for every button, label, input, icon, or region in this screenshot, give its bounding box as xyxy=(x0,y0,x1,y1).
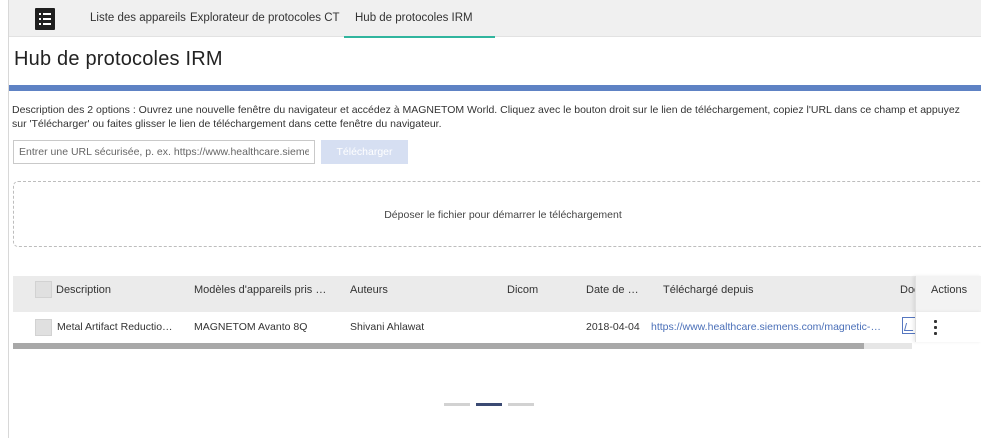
title-accent-bar xyxy=(9,85,981,91)
tab-mri-protocol-hub[interactable]: Hub de protocoles IRM xyxy=(344,0,495,38)
row-actions xyxy=(915,312,981,342)
page-indicator-3[interactable] xyxy=(508,403,534,406)
table-header: Description Modèles d'appareils pris en … xyxy=(13,276,981,312)
row-source-link[interactable]: https://www.healthcare.siemens.com/magne… xyxy=(651,312,884,342)
row-models: MAGNETOM Avanto 8Q xyxy=(194,321,308,333)
column-header-dicom[interactable]: Dicom xyxy=(507,276,567,312)
horizontal-scrollbar[interactable] xyxy=(13,343,912,349)
row-date: 2018-04-04 xyxy=(586,321,640,333)
column-header-authors[interactable]: Auteurs xyxy=(350,276,480,312)
column-header-description[interactable]: Description xyxy=(56,276,176,312)
column-header-models[interactable]: Modèles d'appareils pris en charge xyxy=(194,276,329,312)
page-indicator-1[interactable] xyxy=(444,403,470,406)
table-row[interactable]: Metal Artifact Reduction Protocols MAGNE… xyxy=(13,312,981,344)
page-indicator-2[interactable] xyxy=(476,403,502,406)
tab-device-list[interactable]: Liste des appareils xyxy=(90,0,186,37)
secure-url-input[interactable] xyxy=(13,140,315,164)
app-frame: Liste des appareils Explorateur de proto… xyxy=(8,0,981,438)
kebab-menu-icon[interactable] xyxy=(934,320,938,336)
row-dicom xyxy=(507,312,567,342)
page-title: Hub de protocoles IRM xyxy=(14,48,223,70)
select-all-checkbox[interactable] xyxy=(35,281,52,298)
row-authors: Shivani Ahlawat xyxy=(350,321,425,333)
instructions-text: Description des 2 options : Ouvrez une n… xyxy=(12,104,960,130)
dropzone-text: Déposer le fichier pour démarrer le télé… xyxy=(384,209,622,221)
file-dropzone[interactable]: Déposer le fichier pour démarrer le télé… xyxy=(13,181,981,247)
row-description: Metal Artifact Reduction Protocols xyxy=(57,321,178,333)
column-header-date[interactable]: Date de téléchargement xyxy=(586,276,641,312)
download-button[interactable]: Télécharger xyxy=(321,140,408,164)
list-menu-icon[interactable] xyxy=(35,8,55,30)
column-header-actions: Actions xyxy=(915,276,981,312)
column-header-source[interactable]: Téléchargé depuis xyxy=(663,276,863,312)
tab-ct-protocol-explorer[interactable]: Explorateur de protocoles CT xyxy=(190,0,340,37)
pdf-icon[interactable] xyxy=(902,317,916,334)
column-header-documents[interactable]: Documents xyxy=(900,276,915,312)
scrollbar-thumb[interactable] xyxy=(13,343,864,349)
top-navigation: Liste des appareils Explorateur de proto… xyxy=(9,0,981,38)
row-checkbox[interactable] xyxy=(35,319,52,336)
